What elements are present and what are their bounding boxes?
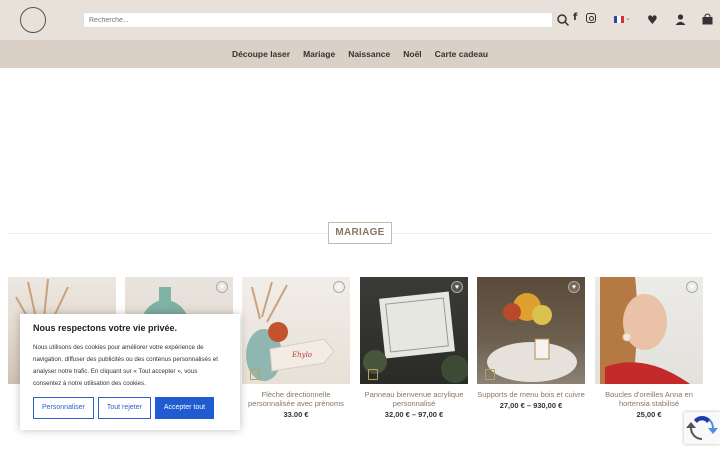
recaptcha-badge[interactable] [684, 412, 720, 444]
wooden-arrow-sign-illustration: Ehylo [246, 281, 335, 381]
facebook-icon[interactable]: f [573, 12, 577, 23]
product-card[interactable]: ♥ Supports de menu bois et cuivre 27,00 … [477, 277, 585, 410]
wishlist-heart-icon[interactable]: ♥ [686, 281, 698, 293]
product-image[interactable]: ♥ [595, 277, 703, 384]
cookie-consent-banner: Nous respectons votre vie privée. Nous u… [20, 314, 240, 430]
nav-item-naissance[interactable]: Naissance [348, 49, 390, 59]
wishlist-heart-icon[interactable]: ♥ [216, 281, 228, 293]
nav-item-carte-cadeau[interactable]: Carte cadeau [435, 49, 488, 59]
product-price: 32,00 € – 97,00 € [384, 410, 444, 419]
product-card[interactable]: ♥ Boucles d'oreilles Anna en hortensia s… [595, 277, 703, 419]
woman-earrings-illustration [600, 277, 690, 384]
product-name[interactable]: Flèche directionnelle personnalisée avec… [242, 390, 350, 408]
product-image[interactable]: Ehylo ♥ [242, 277, 350, 384]
recaptcha-icon [686, 416, 718, 440]
customize-button[interactable]: Personnaliser [33, 397, 94, 419]
section-title-mariage[interactable]: MARIAGE [328, 222, 392, 244]
logo-ring [20, 7, 46, 33]
cookie-text: Nous utilisons des cookies pour améliore… [33, 344, 218, 387]
wishlist-heart-icon[interactable]: ♥ [647, 13, 658, 27]
search-input[interactable] [83, 12, 553, 28]
product-name[interactable]: Boucles d'oreilles Anna en hortensia sta… [595, 390, 703, 408]
accept-all-button[interactable]: Accepter tout [154, 397, 215, 419]
wishlist-heart-icon[interactable]: ♥ [568, 281, 580, 293]
wishlist-heart-icon[interactable]: ♥ [451, 281, 463, 293]
acrylic-welcome-panel-illustration [363, 291, 468, 383]
nav-item-decoupe-laser[interactable]: Découpe laser [232, 49, 290, 59]
product-card[interactable]: ♥ Panneau bienvenue acrylique personnali… [360, 277, 468, 419]
site-logo[interactable] [8, 7, 48, 33]
nav-item-noel[interactable]: Noël [403, 49, 421, 59]
instagram-icon[interactable] [586, 13, 596, 23]
top-bar: f ⌄ ♥ [0, 0, 720, 40]
product-name[interactable]: Panneau bienvenue acrylique personnalisé [360, 390, 468, 408]
cookie-title: Nous respectons votre vie privée. [33, 323, 178, 333]
add-to-cart-icon[interactable] [250, 369, 260, 380]
nav-item-mariage[interactable]: Mariage [303, 49, 335, 59]
product-name[interactable]: Supports de menu bois et cuivre [477, 390, 585, 399]
product-price: 27,00 € – 930,00 € [499, 401, 563, 410]
main-nav: Découpe laser Mariage Naissance Noël Car… [0, 40, 720, 68]
product-image[interactable]: ♥ [477, 277, 585, 384]
search-icon[interactable] [556, 13, 570, 27]
wishlist-heart-icon[interactable]: ♥ [333, 281, 345, 293]
chevron-down-icon[interactable]: ⌄ [625, 14, 631, 22]
product-image[interactable]: ♥ [360, 277, 468, 384]
french-flag-icon[interactable] [614, 16, 624, 23]
menu-holder-table-illustration [487, 293, 577, 382]
cart-icon[interactable] [702, 13, 713, 25]
svg-text:Ehylo: Ehylo [291, 351, 312, 359]
reject-all-button[interactable]: Tout rejeter [97, 397, 151, 419]
add-to-cart-icon[interactable] [485, 369, 495, 380]
product-price: 33.00 € [283, 410, 309, 419]
product-card[interactable]: Ehylo ♥ Flèche directionnelle personnali… [242, 277, 350, 419]
add-to-cart-icon[interactable] [368, 369, 378, 380]
cookie-buttons: Personnaliser Tout rejeter Accepter tout [33, 397, 215, 419]
user-account-icon[interactable] [675, 14, 686, 25]
